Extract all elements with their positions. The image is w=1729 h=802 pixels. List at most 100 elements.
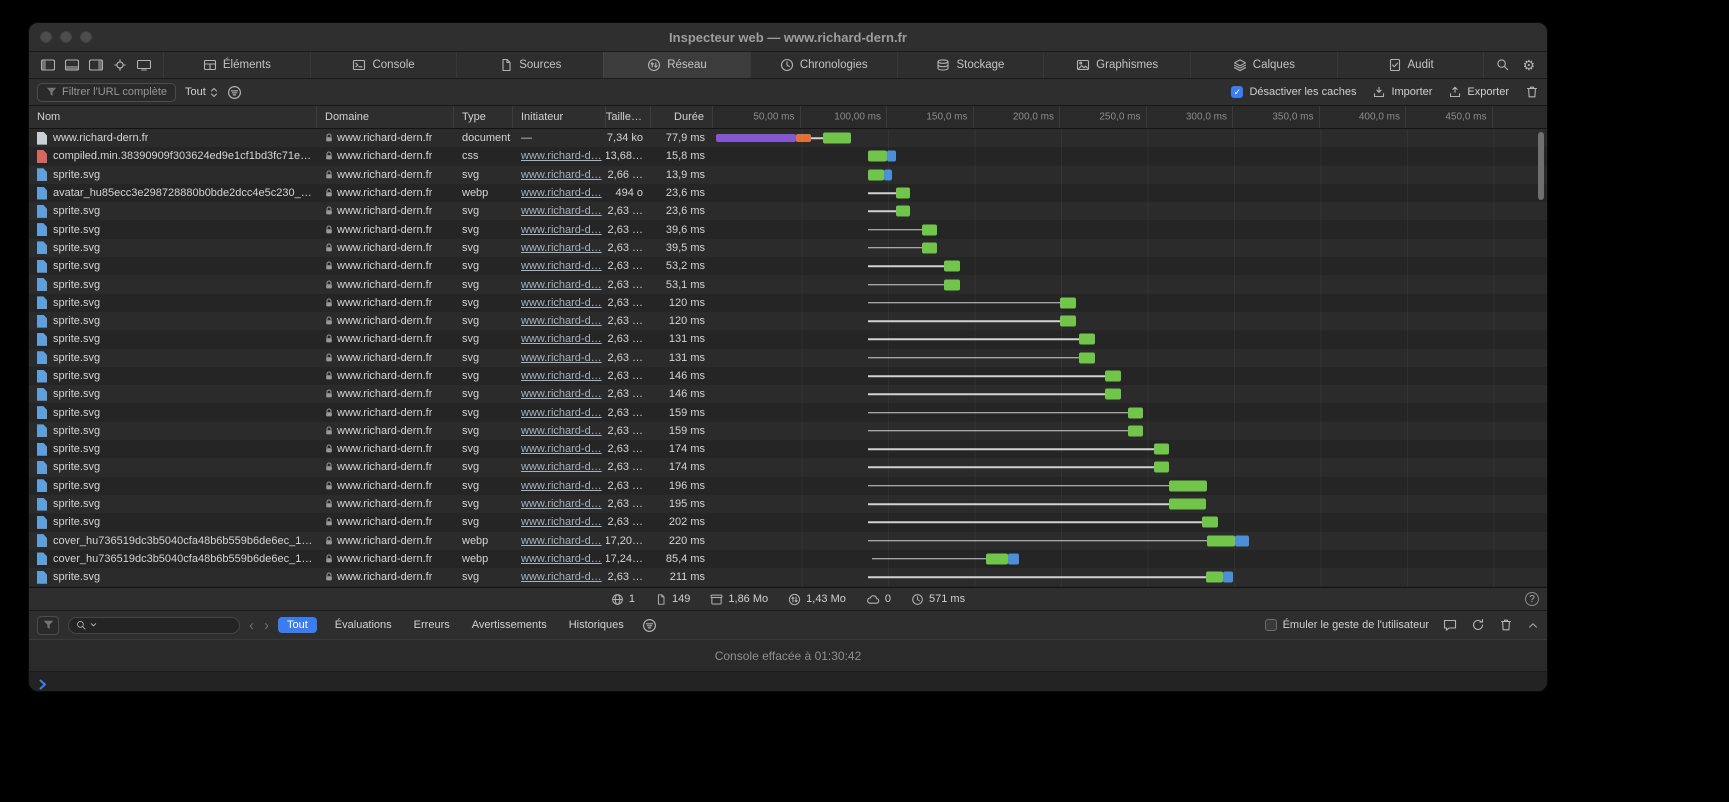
column-header-duration[interactable]: Durée — [651, 106, 713, 128]
previous-result-button[interactable]: ‹ — [249, 618, 254, 633]
column-header-type[interactable]: Type — [454, 106, 513, 128]
console-tab-logs[interactable]: Historiques — [565, 617, 628, 633]
network-request-row[interactable]: avatar_hu85ecc3e298728880b0bde2dcc4e5c23… — [29, 184, 1547, 202]
disable-caches-checkbox-row[interactable]: ✓ Désactiver les caches — [1231, 86, 1356, 98]
clear-console-trash-icon[interactable] — [1499, 618, 1513, 632]
console-scope-filter-icon[interactable] — [37, 616, 59, 635]
url-filter-input[interactable]: Filtrer l'URL complète — [37, 83, 176, 102]
initiator-link[interactable]: www.richard-d… — [521, 242, 602, 254]
tab-elements[interactable]: Éléments — [164, 52, 310, 78]
network-request-row[interactable]: www.richard-dern.frwww.richard-dern.frdo… — [29, 129, 1547, 147]
import-button[interactable]: Importer — [1372, 86, 1432, 99]
initiator-link[interactable]: www.richard-d… — [521, 352, 602, 364]
device-icon[interactable] — [137, 59, 151, 71]
network-request-row[interactable]: compiled.min.38390909f303624ed9e1cf1bd3f… — [29, 147, 1547, 165]
network-request-row[interactable]: sprite.svgwww.richard-dern.frsvgwww.rich… — [29, 220, 1547, 238]
initiator-link[interactable]: www.richard-d… — [521, 388, 602, 400]
initiator-link[interactable]: www.richard-d… — [521, 571, 602, 583]
element-picker-icon[interactable] — [113, 59, 127, 71]
console-tab-errors[interactable]: Erreurs — [410, 617, 454, 633]
initiator-link[interactable]: www.richard-d… — [521, 480, 602, 492]
initiator-link[interactable]: www.richard-d… — [521, 516, 602, 528]
filter-options-icon[interactable] — [227, 85, 242, 100]
network-request-row[interactable]: sprite.svgwww.richard-dern.frsvgwww.rich… — [29, 495, 1547, 513]
settings-gear-icon[interactable]: ⚙ — [1522, 58, 1535, 72]
console-messages-bubble-icon[interactable] — [1443, 619, 1457, 632]
disable-caches-checkbox[interactable]: ✓ — [1231, 86, 1243, 98]
column-header-initiator[interactable]: Initiateur — [513, 106, 606, 128]
network-request-row[interactable]: sprite.svgwww.richard-dern.frsvgwww.rich… — [29, 239, 1547, 257]
network-request-row[interactable]: sprite.svgwww.richard-dern.frsvgwww.rich… — [29, 257, 1547, 275]
dock-left-icon[interactable] — [41, 59, 55, 71]
tab-storage[interactable]: Stockage — [897, 52, 1044, 78]
network-request-row[interactable]: sprite.svgwww.richard-dern.frsvgwww.rich… — [29, 513, 1547, 531]
resource-type-dropdown[interactable]: Tout — [185, 86, 218, 98]
emulate-user-gesture-row[interactable]: Émuler le geste de l'utilisateur — [1265, 619, 1429, 631]
network-request-row[interactable]: sprite.svgwww.richard-dern.frsvgwww.rich… — [29, 349, 1547, 367]
console-tab-all[interactable]: Tout — [278, 617, 317, 633]
tab-timelines[interactable]: Chronologies — [750, 52, 897, 78]
network-request-row[interactable]: sprite.svgwww.richard-dern.frsvgwww.rich… — [29, 330, 1547, 348]
tab-console[interactable]: Console — [310, 52, 457, 78]
tab-sources[interactable]: Sources — [456, 52, 603, 78]
initiator-link[interactable]: www.richard-d… — [521, 260, 602, 272]
console-tab-warnings[interactable]: Avertissements — [468, 617, 551, 633]
initiator-link[interactable]: www.richard-d… — [521, 407, 602, 419]
initiator-link[interactable]: www.richard-d… — [521, 535, 602, 547]
initiator-link[interactable]: www.richard-d… — [521, 150, 602, 162]
column-header-domain[interactable]: Domaine — [317, 106, 454, 128]
dock-bottom-icon[interactable] — [65, 59, 79, 71]
initiator-link[interactable]: www.richard-d… — [521, 205, 602, 217]
console-filter-options-icon[interactable] — [642, 618, 657, 633]
tab-graphics[interactable]: Graphismes — [1043, 52, 1190, 78]
network-request-row[interactable]: sprite.svgwww.richard-dern.frsvgwww.rich… — [29, 568, 1547, 586]
network-request-row[interactable]: sprite.svgwww.richard-dern.frsvgwww.rich… — [29, 312, 1547, 330]
console-tab-evaluations[interactable]: Évaluations — [331, 617, 396, 633]
zoom-window-button[interactable] — [80, 31, 92, 43]
tab-layers[interactable]: Calques — [1190, 52, 1337, 78]
network-request-row[interactable]: sprite.svgwww.richard-dern.frsvgwww.rich… — [29, 166, 1547, 184]
network-request-row[interactable]: sprite.svgwww.richard-dern.frsvgwww.rich… — [29, 422, 1547, 440]
network-request-row[interactable]: sprite.svgwww.richard-dern.frsvgwww.rich… — [29, 440, 1547, 458]
initiator-link[interactable]: www.richard-d… — [521, 187, 602, 199]
initiator-link[interactable]: www.richard-d… — [521, 315, 602, 327]
initiator-link[interactable]: www.richard-d… — [521, 553, 602, 565]
console-reload-icon[interactable] — [1471, 618, 1485, 632]
search-icon[interactable] — [1496, 58, 1510, 72]
clear-network-items-trash-icon[interactable] — [1525, 85, 1539, 99]
network-request-row[interactable]: sprite.svgwww.richard-dern.frsvgwww.rich… — [29, 275, 1547, 293]
next-result-button[interactable]: › — [264, 618, 269, 633]
network-request-row[interactable]: sprite.svgwww.richard-dern.frsvgwww.rich… — [29, 477, 1547, 495]
network-request-row[interactable]: sprite.svgwww.richard-dern.frsvgwww.rich… — [29, 385, 1547, 403]
initiator-link[interactable]: www.richard-d… — [521, 333, 602, 345]
minimize-window-button[interactable] — [60, 31, 72, 43]
dock-right-icon[interactable] — [89, 59, 103, 71]
initiator-link[interactable]: www.richard-d… — [521, 297, 602, 309]
network-request-row[interactable]: sprite.svgwww.richard-dern.frsvgwww.rich… — [29, 367, 1547, 385]
export-button[interactable]: Exporter — [1448, 86, 1509, 99]
initiator-link[interactable]: www.richard-d… — [521, 370, 602, 382]
initiator-link[interactable]: www.richard-d… — [521, 498, 602, 510]
vertical-scrollbar[interactable] — [1538, 132, 1544, 200]
close-window-button[interactable] — [40, 31, 52, 43]
tab-audit[interactable]: Audit — [1337, 52, 1484, 78]
tab-network[interactable]: Réseau — [603, 52, 750, 78]
initiator-link[interactable]: www.richard-d… — [521, 169, 602, 181]
initiator-link[interactable]: www.richard-d… — [521, 279, 602, 291]
initiator-link[interactable]: www.richard-d… — [521, 461, 602, 473]
initiator-link[interactable]: www.richard-d… — [521, 443, 602, 455]
emulate-user-gesture-checkbox[interactable] — [1265, 619, 1277, 631]
network-request-row[interactable]: sprite.svgwww.richard-dern.frsvgwww.rich… — [29, 202, 1547, 220]
network-request-row[interactable]: sprite.svgwww.richard-dern.frsvgwww.rich… — [29, 458, 1547, 476]
console-prompt[interactable] — [29, 672, 1547, 691]
initiator-link[interactable]: www.richard-d… — [521, 425, 602, 437]
initiator-link[interactable]: www.richard-d… — [521, 224, 602, 236]
help-button[interactable]: ? — [1525, 592, 1539, 606]
expand-console-icon[interactable] — [1527, 619, 1539, 631]
column-header-size[interactable]: Taille… — [606, 106, 651, 128]
network-request-row[interactable]: cover_hu736519dc3b5040cfa48b6b559b6de6ec… — [29, 532, 1547, 550]
network-request-row[interactable]: sprite.svgwww.richard-dern.frsvgwww.rich… — [29, 294, 1547, 312]
network-request-row[interactable]: sprite.svgwww.richard-dern.frsvgwww.rich… — [29, 403, 1547, 421]
network-request-row[interactable]: cover_hu736519dc3b5040cfa48b6b559b6de6ec… — [29, 550, 1547, 568]
console-search-input[interactable] — [68, 617, 240, 634]
